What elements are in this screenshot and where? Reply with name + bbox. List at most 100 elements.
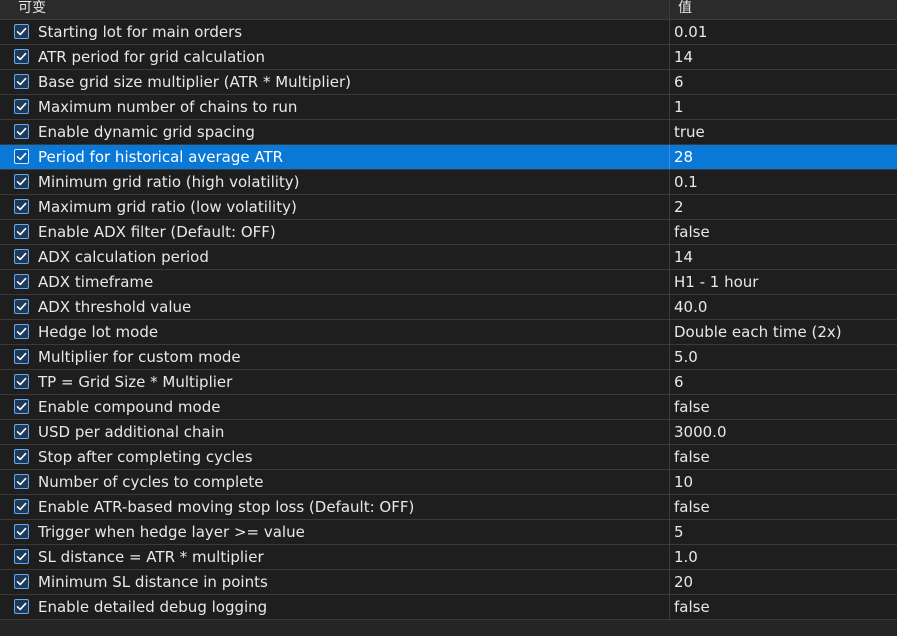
table-row[interactable]: Period for historical average ATR 28 — [0, 145, 897, 170]
column-divider — [669, 470, 670, 494]
table-row[interactable]: SL distance = ATR * multiplier 1.0 — [0, 545, 897, 570]
checkbox-checked-icon[interactable] — [14, 224, 29, 239]
checkbox-checked-icon[interactable] — [14, 299, 29, 314]
table-row[interactable]: Maximum number of chains to run 1 — [0, 95, 897, 120]
column-divider — [669, 145, 670, 169]
checkbox-checked-icon[interactable] — [14, 499, 29, 514]
checkbox-checked-icon[interactable] — [14, 199, 29, 214]
table-row[interactable]: Multiplier for custom mode 5.0 — [0, 345, 897, 370]
parameter-name: Minimum grid ratio (high volatility) — [38, 173, 300, 191]
table-row[interactable]: Maximum grid ratio (low volatility) 2 — [0, 195, 897, 220]
parameter-value[interactable]: 1.0 — [674, 548, 698, 566]
parameter-name: Minimum SL distance in points — [38, 573, 268, 591]
parameter-value[interactable]: 10 — [674, 473, 693, 491]
parameter-value[interactable]: 5.0 — [674, 348, 698, 366]
table-row[interactable]: Minimum grid ratio (high volatility) 0.1 — [0, 170, 897, 195]
parameter-value[interactable]: 28 — [674, 148, 693, 166]
table-row[interactable]: Number of cycles to complete 10 — [0, 470, 897, 495]
column-divider — [669, 495, 670, 519]
table-row[interactable]: Base grid size multiplier (ATR * Multipl… — [0, 70, 897, 95]
column-divider — [669, 195, 670, 219]
parameter-value[interactable]: 14 — [674, 48, 693, 66]
checkbox-checked-icon[interactable] — [14, 374, 29, 389]
checkbox-checked-icon[interactable] — [14, 49, 29, 64]
checkbox-checked-icon[interactable] — [14, 474, 29, 489]
table-row[interactable]: Stop after completing cycles false — [0, 445, 897, 470]
table-row[interactable]: Trigger when hedge layer >= value 5 — [0, 520, 897, 545]
checkbox-checked-icon[interactable] — [14, 449, 29, 464]
table-row[interactable]: ATR period for grid calculation 14 — [0, 45, 897, 70]
column-divider — [669, 595, 670, 619]
column-header-variable[interactable]: 可变 — [18, 0, 46, 17]
parameter-name: Starting lot for main orders — [38, 23, 243, 41]
parameter-value[interactable]: 14 — [674, 248, 693, 266]
checkbox-checked-icon[interactable] — [14, 149, 29, 164]
table-row[interactable]: Hedge lot mode Double each time (2x) — [0, 320, 897, 345]
parameter-value[interactable]: 20 — [674, 573, 693, 591]
column-divider — [669, 345, 670, 369]
parameter-value[interactable]: 3000.0 — [674, 423, 727, 441]
table-row[interactable]: Enable dynamic grid spacing true — [0, 120, 897, 145]
checkbox-checked-icon[interactable] — [14, 249, 29, 264]
column-divider — [669, 545, 670, 569]
parameter-name: ADX threshold value — [38, 298, 192, 316]
checkbox-checked-icon[interactable] — [14, 574, 29, 589]
parameter-name: ADX timeframe — [38, 273, 154, 291]
parameter-value[interactable]: Double each time (2x) — [674, 323, 842, 341]
parameter-value[interactable]: 2 — [674, 198, 684, 216]
checkbox-checked-icon[interactable] — [14, 399, 29, 414]
checkbox-checked-icon[interactable] — [14, 174, 29, 189]
parameter-value[interactable]: H1 - 1 hour — [674, 273, 758, 291]
parameter-name: Trigger when hedge layer >= value — [38, 523, 305, 541]
column-divider — [669, 420, 670, 444]
parameter-value[interactable]: 0.1 — [674, 173, 698, 191]
checkbox-checked-icon[interactable] — [14, 99, 29, 114]
table-row[interactable]: Minimum SL distance in points 20 — [0, 570, 897, 595]
column-divider[interactable] — [669, 0, 670, 19]
parameter-name: Enable compound mode — [38, 398, 221, 416]
table-row[interactable]: Enable ATR-based moving stop loss (Defau… — [0, 495, 897, 520]
parameter-name: Number of cycles to complete — [38, 473, 264, 491]
parameter-name: Multiplier for custom mode — [38, 348, 241, 366]
parameter-name: TP = Grid Size * Multiplier — [38, 373, 233, 391]
parameter-value[interactable]: 0.01 — [674, 23, 707, 41]
parameter-value[interactable]: false — [674, 223, 710, 241]
parameter-value[interactable]: 5 — [674, 523, 684, 541]
column-divider — [669, 295, 670, 319]
parameter-value[interactable]: 6 — [674, 73, 684, 91]
checkbox-checked-icon[interactable] — [14, 599, 29, 614]
checkbox-checked-icon[interactable] — [14, 424, 29, 439]
column-divider — [669, 445, 670, 469]
parameter-value[interactable]: 1 — [674, 98, 684, 116]
checkbox-checked-icon[interactable] — [14, 74, 29, 89]
table-row[interactable]: Enable ADX filter (Default: OFF) false — [0, 220, 897, 245]
checkbox-checked-icon[interactable] — [14, 324, 29, 339]
checkbox-checked-icon[interactable] — [14, 274, 29, 289]
table-row[interactable]: ADX calculation period 14 — [0, 245, 897, 270]
parameter-value[interactable]: 6 — [674, 373, 684, 391]
table-row[interactable]: ADX threshold value 40.0 — [0, 295, 897, 320]
parameter-value[interactable]: false — [674, 398, 710, 416]
column-header-value[interactable]: 值 — [678, 0, 692, 17]
table-row[interactable]: Starting lot for main orders 0.01 — [0, 20, 897, 45]
table-row[interactable]: Enable compound mode false — [0, 395, 897, 420]
table-row[interactable]: TP = Grid Size * Multiplier 6 — [0, 370, 897, 395]
table-row[interactable]: USD per additional chain 3000.0 — [0, 420, 897, 445]
column-divider — [669, 270, 670, 294]
parameter-name: Period for historical average ATR — [38, 148, 284, 166]
checkbox-checked-icon[interactable] — [14, 349, 29, 364]
checkbox-checked-icon[interactable] — [14, 24, 29, 39]
checkbox-checked-icon[interactable] — [14, 524, 29, 539]
column-divider — [669, 220, 670, 244]
table-body: Starting lot for main orders 0.01 ATR peri… — [0, 20, 897, 620]
checkbox-checked-icon[interactable] — [14, 549, 29, 564]
parameter-value[interactable]: true — [674, 123, 705, 141]
parameter-value[interactable]: 40.0 — [674, 298, 707, 316]
parameter-value[interactable]: false — [674, 448, 710, 466]
parameter-name: Hedge lot mode — [38, 323, 159, 341]
checkbox-checked-icon[interactable] — [14, 124, 29, 139]
parameter-value[interactable]: false — [674, 498, 710, 516]
table-row[interactable]: Enable detailed debug logging false — [0, 595, 897, 620]
parameter-value[interactable]: false — [674, 598, 710, 616]
table-row[interactable]: ADX timeframe H1 - 1 hour — [0, 270, 897, 295]
